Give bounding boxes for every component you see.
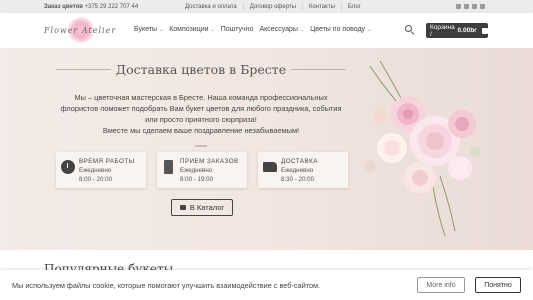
main-nav: Букеты ⌄ Композиции ⌄ Поштучно Аксессуар… bbox=[134, 26, 371, 33]
hero-tagline: Вместе мы сделаем ваше поздравление неза… bbox=[102, 126, 300, 135]
catalog-label: В Каталог bbox=[189, 203, 225, 212]
info-card-hours: ВРЕМЯ РАБОТЫ Ежедневно 8:00 - 20:00 bbox=[56, 152, 146, 188]
nav-label: Поштучно bbox=[220, 26, 254, 33]
vk-icon[interactable] bbox=[480, 4, 485, 9]
shopping-bag-icon bbox=[179, 205, 186, 210]
short-divider bbox=[195, 145, 207, 147]
info-card-delivery: ДОСТАВКА Ежедневно 8:30 - 20:00 bbox=[258, 152, 348, 188]
main-header: Flower Atelier Букеты ⌄ Композиции ⌄ Пош… bbox=[0, 13, 533, 48]
title-divider bbox=[291, 68, 347, 70]
card-line1: Ежедневно bbox=[79, 167, 112, 174]
top-bar: Заказ цветов +375 29 222 707 44 Доставка… bbox=[0, 0, 533, 13]
search-icon[interactable] bbox=[405, 25, 415, 35]
nav-label: Композиции bbox=[169, 26, 209, 33]
cart-label: Корзина / bbox=[430, 23, 455, 38]
card-line1: Ежедневно bbox=[281, 167, 314, 174]
top-link-contacts[interactable]: Контакты bbox=[303, 3, 342, 10]
instagram-icon[interactable] bbox=[456, 4, 461, 9]
chevron-down-icon: ⌄ bbox=[210, 26, 215, 33]
card-label: ВРЕМЯ РАБОТЫ bbox=[79, 158, 135, 165]
hero-section: Доставка цветов в Бресте Мы – цветочная … bbox=[0, 48, 533, 250]
phone-icon[interactable] bbox=[472, 4, 477, 9]
social-icons bbox=[456, 4, 485, 9]
email-icon[interactable] bbox=[464, 4, 469, 9]
hero-title: Доставка цветов в Бресте bbox=[115, 61, 287, 77]
nav-item-single[interactable]: Поштучно bbox=[221, 26, 254, 33]
nav-item-bouquets[interactable]: Букеты ⌄ bbox=[134, 26, 163, 33]
more-info-button[interactable]: More info bbox=[417, 277, 465, 293]
cart-icon bbox=[481, 27, 488, 34]
chevron-down-icon: ⌄ bbox=[158, 26, 164, 33]
top-link-blog[interactable]: Блог bbox=[342, 4, 367, 10]
clipboard-icon bbox=[164, 160, 173, 174]
card-line2: 8:30 - 20:00 bbox=[281, 176, 315, 183]
chevron-down-icon: ⌄ bbox=[299, 26, 305, 33]
order-phone[interactable]: Заказ цветов +375 29 222 707 44 bbox=[44, 4, 138, 10]
catalog-button[interactable]: В Каталог bbox=[171, 199, 233, 216]
info-card-orders: ПРИЕМ ЗАКАЗОВ Ежедневно 8:00 - 19:00 bbox=[157, 152, 247, 188]
card-line2: 8:00 - 19:00 bbox=[180, 176, 214, 183]
top-link-offer[interactable]: Договор оферты bbox=[244, 3, 303, 10]
hero-text: Мы – цветочная мастерская в Бресте. Наша… bbox=[60, 93, 342, 124]
nav-item-occasions[interactable]: Цветы по поводу ⌄ bbox=[310, 26, 371, 33]
phone-label: Заказ цветов bbox=[44, 3, 83, 10]
top-nav: Доставка и оплата Договор оферты Контакт… bbox=[185, 3, 367, 10]
site-logo[interactable]: Flower Atelier bbox=[44, 17, 124, 43]
accept-cookies-button[interactable]: Понятно bbox=[475, 277, 521, 293]
card-label: ДОСТАВКА bbox=[281, 158, 318, 165]
nav-label: Букеты bbox=[134, 26, 157, 33]
clock-icon bbox=[61, 160, 75, 174]
nav-item-compositions[interactable]: Композиции ⌄ bbox=[169, 26, 215, 33]
cookie-banner: Мы используем файлы cookie, которые помо… bbox=[0, 270, 533, 300]
bouquet-illustration bbox=[364, 60, 480, 237]
hero-description: Мы – цветочная мастерская в Бресте. Наша… bbox=[56, 92, 346, 136]
card-line1: Ежедневно bbox=[180, 167, 213, 174]
cart-total: 0.00br bbox=[457, 27, 477, 34]
nav-label: Цветы по поводу bbox=[310, 26, 366, 33]
bouquet-image bbox=[350, 56, 500, 246]
nav-item-accessories[interactable]: Аксессуары ⌄ bbox=[259, 26, 304, 33]
cart-button[interactable]: Корзина / 0.00br bbox=[426, 23, 488, 38]
chevron-down-icon: ⌄ bbox=[367, 26, 372, 33]
nav-label: Аксессуары bbox=[259, 26, 298, 33]
cookie-message: Мы используем файлы cookie, которые помо… bbox=[12, 280, 321, 290]
phone-number[interactable]: +375 29 222 707 44 bbox=[85, 4, 139, 10]
truck-icon bbox=[263, 162, 277, 172]
card-label: ПРИЕМ ЗАКАЗОВ bbox=[180, 158, 239, 165]
top-link-delivery[interactable]: Доставка и оплата bbox=[185, 3, 244, 10]
hero-title-wrap: Доставка цветов в Бресте bbox=[56, 61, 347, 77]
card-line2: 8:00 - 20:00 bbox=[79, 176, 113, 183]
logo-text: Flower Atelier bbox=[44, 26, 117, 35]
title-divider bbox=[56, 68, 111, 70]
